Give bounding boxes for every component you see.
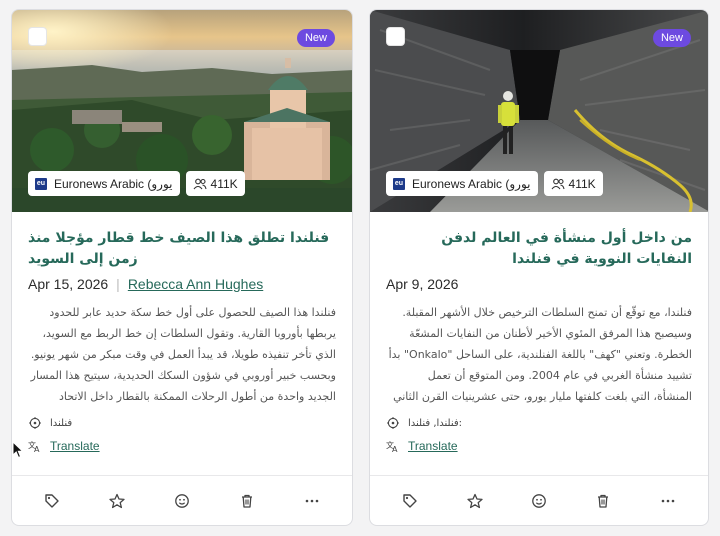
sentiment-button[interactable]: [167, 486, 197, 516]
delete-button[interactable]: [232, 486, 262, 516]
location-pin-icon: [28, 417, 42, 429]
smiley-icon: [175, 493, 189, 508]
users-icon: [551, 178, 565, 190]
reach-count: 411K: [210, 176, 238, 191]
reach-chip: 411K: [185, 171, 245, 196]
location-row: فنلندا, فنلندا:: [386, 417, 692, 429]
article-snippet: فنلندا، مع توقّع أن تمنح السلطات الترخيص…: [388, 306, 692, 403]
article-title[interactable]: من داخل أول منشأة في العالم لدفن النفايا…: [386, 228, 692, 270]
source-chips: eu Euronews Arabic (يورو 411K: [386, 171, 603, 196]
more-icon: [305, 499, 318, 502]
star-icon: [109, 493, 125, 508]
svg-text:A: A: [34, 445, 40, 452]
smiley-icon: [532, 493, 546, 508]
location-row: فنلندا: [28, 417, 336, 429]
translate-link[interactable]: Translate: [408, 439, 458, 453]
reach-chip: 411K: [543, 171, 603, 196]
euronews-logo-icon: eu: [35, 177, 47, 190]
card-actions: [12, 475, 352, 525]
translate-row: 文A Translate: [386, 439, 692, 453]
translate-link[interactable]: Translate: [50, 439, 100, 453]
translate-row: 文A Translate: [28, 439, 336, 453]
card-actions: [370, 475, 708, 525]
results-grid: New eu Euronews Arabic (يورو 411K فنلندا…: [0, 0, 720, 536]
meta-separator: |: [116, 276, 120, 292]
article-card[interactable]: New eu Euronews Arabic (يورو 411K من داخ…: [369, 9, 709, 526]
location-pin-icon: [386, 417, 400, 429]
article-meta: Apr 9, 2026: [386, 276, 692, 292]
article-title[interactable]: فنلندا تطلق هذا الصيف خط قطار مؤجلا منذ …: [28, 228, 336, 270]
article-card[interactable]: New eu Euronews Arabic (يورو 411K فنلندا…: [11, 9, 353, 526]
sentiment-button[interactable]: [524, 486, 554, 516]
tag-icon: [403, 493, 417, 508]
source-chips: eu Euronews Arabic (يورو 411K: [28, 171, 245, 196]
favorite-button[interactable]: [102, 486, 132, 516]
article-author-link[interactable]: Rebecca Ann Hughes: [128, 276, 263, 292]
tag-button[interactable]: [395, 486, 425, 516]
source-name: Euronews Arabic (يورو: [412, 176, 531, 191]
article-image[interactable]: New eu Euronews Arabic (يورو 411K: [370, 10, 708, 212]
source-chip[interactable]: eu Euronews Arabic (يورو: [386, 171, 538, 196]
euronews-logo-icon: eu: [393, 177, 405, 190]
article-date: Apr 9, 2026: [386, 276, 459, 292]
location-text: فنلندا, فنلندا:: [408, 417, 463, 429]
favorite-button[interactable]: [460, 486, 490, 516]
more-button[interactable]: [653, 486, 683, 516]
reach-count: 411K: [568, 176, 596, 191]
select-checkbox[interactable]: [386, 27, 405, 46]
more-button[interactable]: [297, 486, 327, 516]
source-chip[interactable]: eu Euronews Arabic (يورو: [28, 171, 180, 196]
article-meta: Apr 15, 2026 | Rebecca Ann Hughes: [28, 276, 336, 292]
location-text: فنلندا: [50, 417, 73, 429]
delete-button[interactable]: [588, 486, 618, 516]
article-date: Apr 15, 2026: [28, 276, 109, 292]
new-badge: New: [296, 29, 335, 47]
article-snippet: فنلندا هذا الصيف للحصول على أول خط سكة ح…: [30, 306, 336, 403]
tag-icon: [45, 493, 60, 508]
source-name: Euronews Arabic (يورو: [54, 176, 173, 191]
new-badge: New: [652, 29, 691, 47]
star-icon: [466, 493, 483, 508]
trash-icon: [598, 494, 609, 508]
select-checkbox[interactable]: [28, 27, 47, 46]
tag-button[interactable]: [37, 486, 67, 516]
users-icon: [193, 178, 207, 190]
translate-icon: 文A: [386, 440, 400, 452]
more-icon: [661, 499, 675, 502]
translate-icon: 文A: [28, 440, 42, 452]
svg-text:A: A: [392, 445, 398, 452]
article-image[interactable]: New eu Euronews Arabic (يورو 411K: [12, 10, 352, 212]
trash-icon: [241, 494, 252, 508]
mouse-cursor-icon: [12, 441, 24, 459]
